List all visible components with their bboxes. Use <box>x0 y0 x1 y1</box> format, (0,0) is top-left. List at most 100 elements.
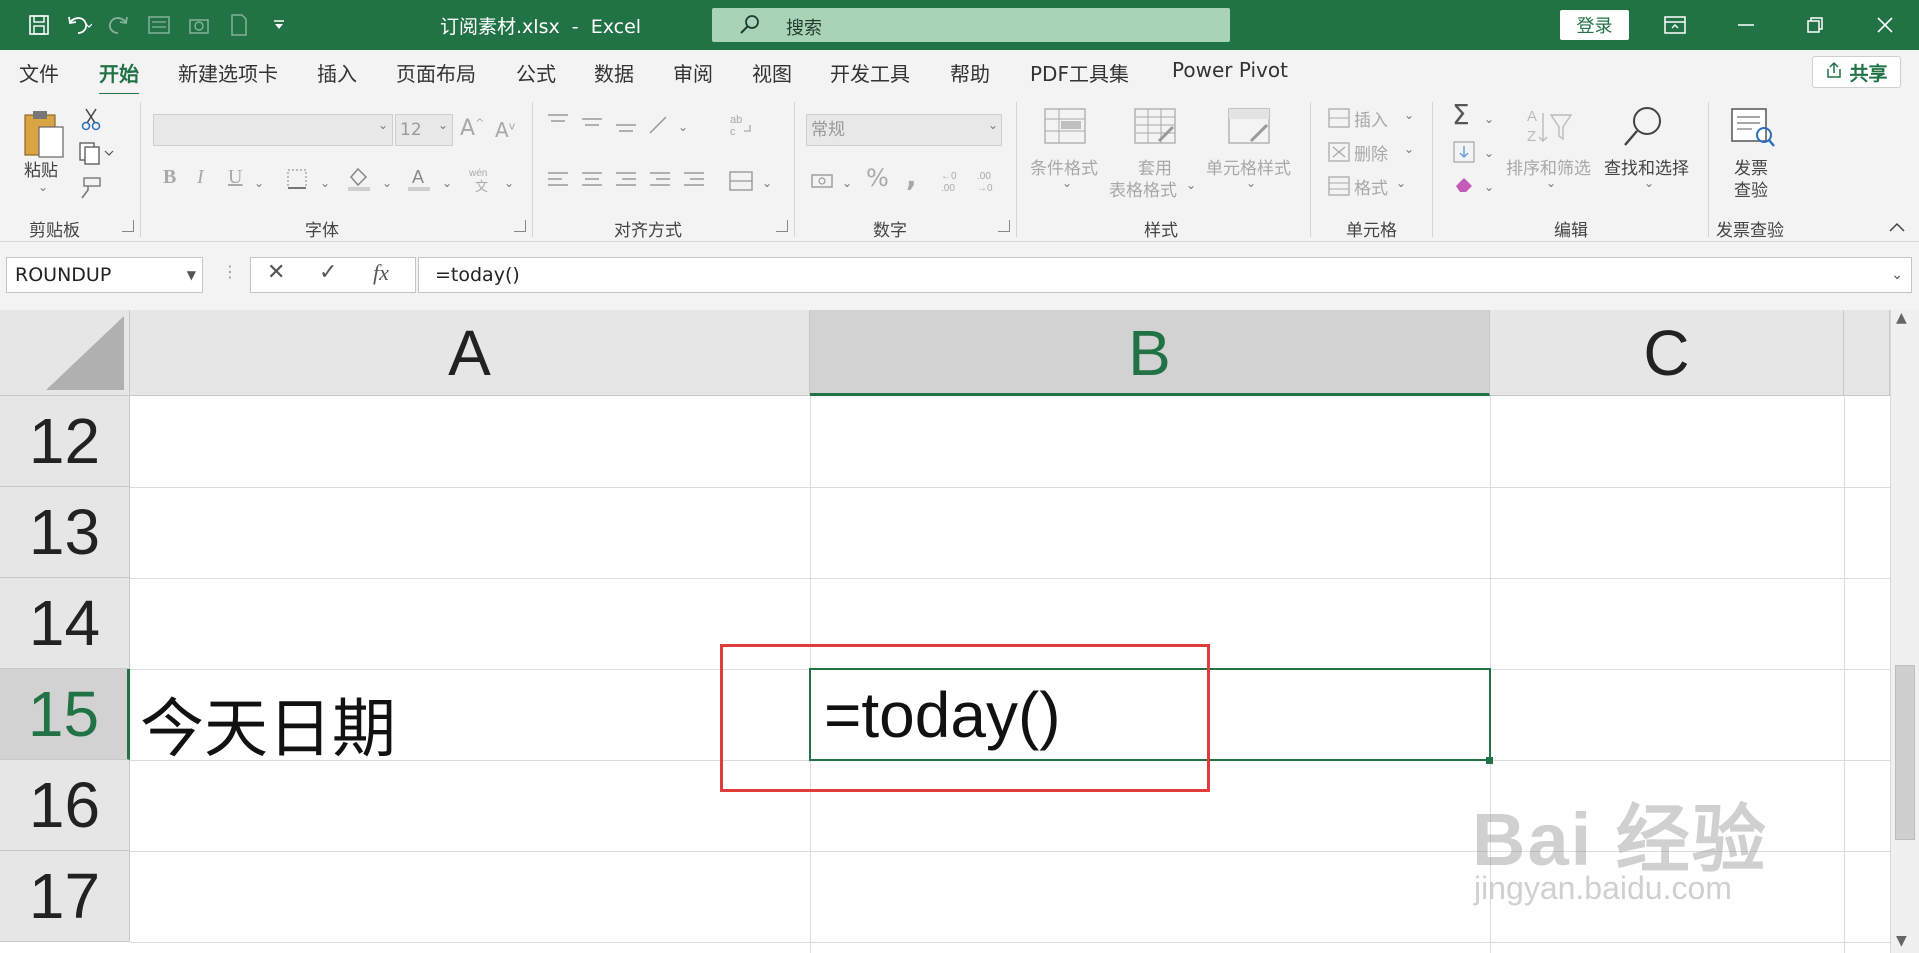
tab-home[interactable]: 开始 <box>99 58 139 96</box>
accounting-format-icon[interactable] <box>808 166 838 196</box>
insert-cells-label[interactable]: 插入 <box>1354 106 1388 131</box>
sort-filter-icon[interactable]: AZ <box>1524 104 1574 150</box>
scroll-up-icon[interactable]: ▲ <box>1896 310 1907 326</box>
fill-down-caret-icon[interactable]: ⌄ <box>1484 146 1494 160</box>
delete-cells-icon[interactable] <box>1326 140 1352 164</box>
tab-review[interactable]: 审阅 <box>673 58 713 87</box>
row-header-14[interactable]: 14 <box>0 578 130 669</box>
cancel-icon[interactable]: ✕ <box>267 260 285 285</box>
tab-page-layout[interactable]: 页面布局 <box>396 58 476 87</box>
name-box[interactable]: ROUNDUP ▼ <box>6 257 203 293</box>
horizontal-align-icons[interactable] <box>546 166 718 196</box>
find-select-caret-icon[interactable]: ⌄ <box>1644 176 1654 190</box>
row-header-16[interactable]: 16 <box>0 760 130 851</box>
delete-cells-caret-icon[interactable]: ⌄ <box>1404 142 1414 156</box>
share-button[interactable]: 共享 <box>1812 56 1901 88</box>
border-icon[interactable] <box>284 166 310 192</box>
tab-developer[interactable]: 开发工具 <box>830 58 910 87</box>
clipboard-launcher-icon[interactable] <box>122 220 134 232</box>
scroll-down-icon[interactable]: ▼ <box>1896 933 1907 949</box>
phonetic-caret-icon[interactable]: ⌄ <box>504 176 514 190</box>
increase-font-icon[interactable]: A^ <box>460 116 484 141</box>
column-header-a[interactable]: A <box>130 310 810 396</box>
orientation-caret-icon[interactable]: ⌄ <box>678 120 688 134</box>
autosum-caret-icon[interactable]: ⌄ <box>1484 112 1494 126</box>
font-launcher-icon[interactable] <box>514 220 526 232</box>
format-as-table-label-2[interactable]: 表格格式 <box>1109 176 1177 201</box>
increase-decimal-icon[interactable]: ←0.00 <box>938 166 968 196</box>
collapse-ribbon-icon[interactable] <box>1888 218 1906 237</box>
invoice-check-label-2[interactable]: 查验 <box>1734 176 1768 201</box>
wrap-text-icon[interactable]: ab c <box>726 110 756 140</box>
autosum-icon[interactable]: Σ <box>1452 98 1470 131</box>
search-box[interactable]: 搜索 <box>712 8 1230 42</box>
format-cells-caret-icon[interactable]: ⌄ <box>1396 176 1406 190</box>
save-icon[interactable] <box>22 10 56 40</box>
border-caret-icon[interactable]: ⌄ <box>320 176 330 190</box>
percent-icon[interactable]: % <box>866 164 889 192</box>
undo-icon[interactable] <box>62 10 96 40</box>
tab-data[interactable]: 数据 <box>594 58 634 87</box>
tab-new-tab[interactable]: 新建选项卡 <box>178 58 278 87</box>
cell-styles-icon[interactable] <box>1224 106 1274 146</box>
row-header-12[interactable]: 12 <box>0 396 130 487</box>
number-launcher-icon[interactable] <box>998 220 1010 232</box>
underline-icon[interactable]: U <box>228 166 242 189</box>
bold-icon[interactable]: B <box>163 166 176 189</box>
phonetic-icon[interactable]: wén 文 <box>466 164 496 194</box>
fill-color-icon[interactable] <box>344 164 374 194</box>
decrease-decimal-icon[interactable]: .00 →0 <box>974 166 1004 196</box>
form-icon[interactable] <box>142 10 176 40</box>
tab-view[interactable]: 视图 <box>752 58 792 87</box>
invoice-check-icon[interactable] <box>1726 104 1778 150</box>
tab-file[interactable]: 文件 <box>19 58 59 87</box>
tab-formulas[interactable]: 公式 <box>516 58 556 87</box>
sort-filter-caret-icon[interactable]: ⌄ <box>1546 176 1556 190</box>
select-all-button[interactable] <box>0 310 130 396</box>
row-header-15[interactable]: 15 <box>0 669 130 760</box>
vertical-scrollbar[interactable]: ▲ ▼ <box>1890 310 1919 953</box>
worksheet-grid[interactable]: A B C 12 13 14 15 16 17 今天日期 =today() Ba… <box>0 310 1890 953</box>
scroll-thumb[interactable] <box>1895 665 1915 840</box>
find-select-icon[interactable] <box>1618 102 1668 152</box>
formula-input[interactable]: =today() ⌄ <box>418 257 1912 293</box>
fill-color-caret-icon[interactable]: ⌄ <box>382 176 392 190</box>
column-header-c[interactable]: C <box>1490 310 1844 396</box>
tab-pdf-tools[interactable]: PDF工具集 <box>1030 58 1129 87</box>
login-button[interactable]: 登录 <box>1560 10 1629 40</box>
paste-icon[interactable] <box>18 106 70 162</box>
merge-caret-icon[interactable]: ⌄ <box>762 176 772 190</box>
ribbon-display-icon[interactable] <box>1652 8 1698 42</box>
accounting-caret-icon[interactable]: ⌄ <box>842 176 852 190</box>
fill-down-icon[interactable] <box>1450 138 1478 166</box>
fill-handle[interactable] <box>1486 757 1493 764</box>
expand-formula-icon[interactable]: ⌄ <box>1891 258 1903 292</box>
name-box-caret-icon[interactable]: ▼ <box>187 258 196 292</box>
paste-dropdown-icon[interactable]: ⌄ <box>38 180 48 194</box>
customize-qat-icon[interactable] <box>262 10 296 40</box>
delete-cells-label[interactable]: 删除 <box>1354 140 1388 165</box>
insert-function-icon[interactable]: fx <box>373 260 389 286</box>
copy-icon[interactable] <box>76 140 116 166</box>
tab-power-pivot[interactable]: Power Pivot <box>1172 58 1288 82</box>
insert-cells-icon[interactable] <box>1326 106 1352 130</box>
cell-styles-caret-icon[interactable]: ⌄ <box>1246 176 1256 190</box>
vertical-align-icons[interactable] <box>546 110 686 140</box>
conditional-format-caret-icon[interactable]: ⌄ <box>1062 176 1072 190</box>
format-painter-icon[interactable] <box>76 174 104 202</box>
more-options-icon[interactable]: ⋮ <box>222 262 238 281</box>
conditional-format-icon[interactable] <box>1040 106 1090 146</box>
column-header-d[interactable] <box>1844 310 1890 396</box>
font-name-select[interactable] <box>153 114 393 146</box>
format-as-table-icon[interactable] <box>1130 106 1180 146</box>
clear-icon[interactable] <box>1450 170 1478 198</box>
format-cells-icon[interactable] <box>1326 174 1352 198</box>
decrease-font-icon[interactable]: Av <box>495 118 515 142</box>
redo-icon[interactable] <box>102 10 136 40</box>
alignment-launcher-icon[interactable] <box>776 220 788 232</box>
column-header-b[interactable]: B <box>810 310 1490 396</box>
minimize-icon[interactable] <box>1723 8 1769 42</box>
font-color-caret-icon[interactable]: ⌄ <box>442 176 452 190</box>
clear-caret-icon[interactable]: ⌄ <box>1484 180 1494 194</box>
insert-cells-caret-icon[interactable]: ⌄ <box>1404 108 1414 122</box>
